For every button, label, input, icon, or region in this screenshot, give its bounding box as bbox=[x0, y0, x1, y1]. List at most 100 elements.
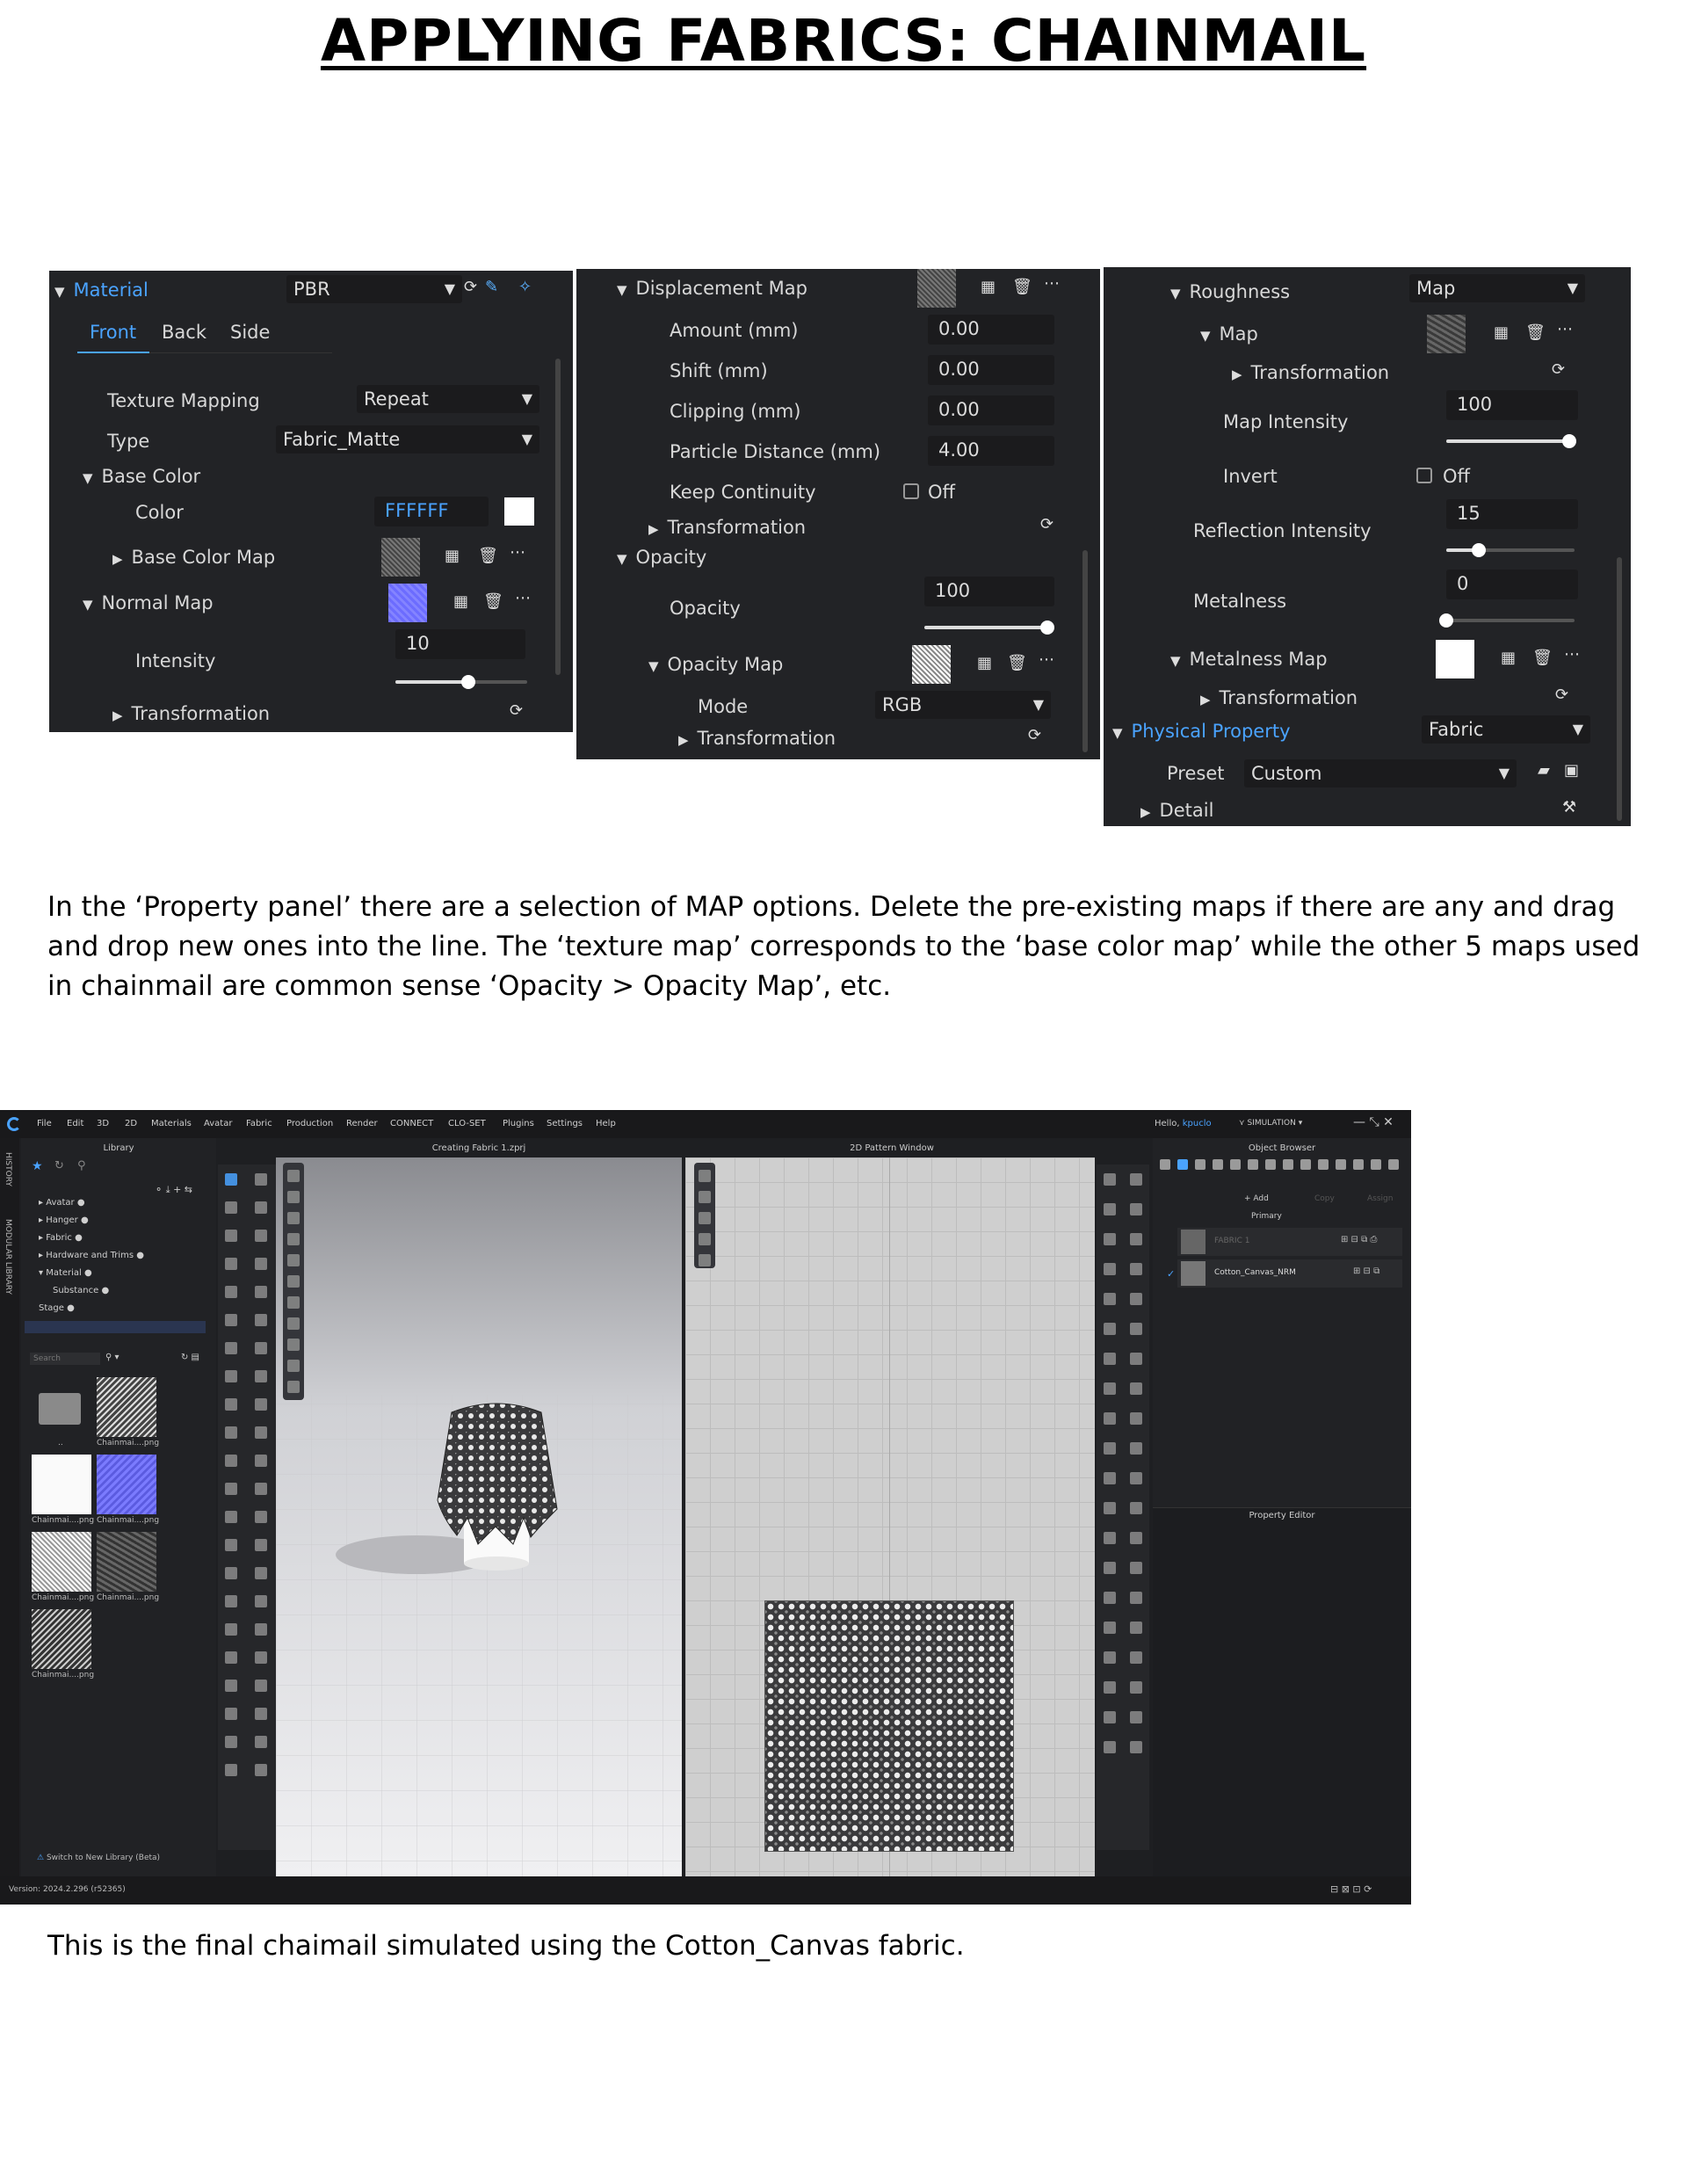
reset-icon[interactable]: ⟳ bbox=[1552, 360, 1565, 379]
2d-tool-icon[interactable] bbox=[1104, 1741, 1116, 1753]
3d-tool-icon[interactable] bbox=[225, 1567, 237, 1579]
2d-tool-icon[interactable] bbox=[1104, 1203, 1116, 1215]
object-browser-tab-icon[interactable] bbox=[1353, 1159, 1364, 1170]
3d-tool-icon[interactable] bbox=[225, 1708, 237, 1720]
type-dropdown[interactable]: Fabric_Matte ▼ bbox=[276, 425, 539, 453]
3d-tool-icon[interactable] bbox=[255, 1342, 267, 1354]
menu-help[interactable]: Help bbox=[596, 1119, 616, 1128]
tree-item-material[interactable]: ▾ Material ● bbox=[39, 1268, 92, 1278]
reflection-intensity-field[interactable]: 15 bbox=[1446, 499, 1578, 529]
add-button[interactable]: + Add bbox=[1244, 1194, 1269, 1203]
3d-float-tool-icon[interactable] bbox=[287, 1360, 300, 1372]
3d-tool-icon[interactable] bbox=[225, 1398, 237, 1411]
3d-tool-icon[interactable] bbox=[225, 1370, 237, 1382]
3d-tool-icon[interactable] bbox=[255, 1258, 267, 1270]
2d-tool-icon[interactable] bbox=[1130, 1442, 1142, 1455]
2d-tool-icon[interactable] bbox=[1130, 1532, 1142, 1544]
3d-tool-icon[interactable] bbox=[225, 1173, 237, 1186]
menu-plugins[interactable]: Plugins bbox=[503, 1119, 534, 1128]
transformation-header-2[interactable]: ▶ Transformation bbox=[678, 728, 836, 749]
3d-float-tool-icon[interactable] bbox=[287, 1317, 300, 1330]
3d-tool-icon[interactable] bbox=[255, 1314, 267, 1326]
2d-tool-icon[interactable] bbox=[1104, 1711, 1116, 1723]
2d-tool-icon[interactable] bbox=[1130, 1293, 1142, 1305]
file-thumbnail[interactable] bbox=[32, 1455, 91, 1514]
more-icon[interactable]: ⋯ bbox=[1557, 320, 1573, 338]
trash-icon[interactable]: 🗑 bbox=[1012, 278, 1032, 296]
2d-tool-icon[interactable] bbox=[1130, 1651, 1142, 1664]
3d-tool-icon[interactable] bbox=[225, 1595, 237, 1607]
magic-wand-icon[interactable]: ✎ bbox=[485, 278, 498, 296]
material-header[interactable]: ▼ Material bbox=[54, 279, 148, 301]
menu-production[interactable]: Production bbox=[286, 1119, 333, 1128]
reset-icon[interactable]: ⟳ bbox=[1555, 686, 1568, 704]
2d-tool-icon[interactable] bbox=[1130, 1353, 1142, 1365]
preset-dropdown[interactable]: Custom ▼ bbox=[1244, 759, 1517, 787]
3d-tool-icon[interactable] bbox=[255, 1651, 267, 1664]
object-browser-tab-icon[interactable] bbox=[1160, 1159, 1170, 1170]
3d-tool-icon[interactable] bbox=[225, 1623, 237, 1636]
3d-tool-icon[interactable] bbox=[255, 1455, 267, 1467]
2d-tool-icon[interactable] bbox=[1130, 1711, 1142, 1723]
3d-tool-icon[interactable] bbox=[225, 1314, 237, 1326]
reset-icon[interactable]: ⟳ bbox=[510, 701, 523, 720]
amount-field[interactable]: 0.00 bbox=[928, 315, 1054, 345]
normal-map-thumbnail[interactable] bbox=[388, 584, 427, 622]
grid-icon[interactable]: ▦ bbox=[445, 547, 460, 565]
more-icon[interactable]: ⋯ bbox=[515, 589, 531, 607]
library-actions[interactable]: ⚬ ⤓ + ⇆ bbox=[155, 1184, 192, 1196]
2d-tool-icon[interactable] bbox=[1130, 1741, 1142, 1753]
window-controls[interactable]: — ⤡ ✕ bbox=[1353, 1115, 1394, 1129]
3d-tool-icon[interactable] bbox=[255, 1764, 267, 1776]
base-color-map-header[interactable]: ▶ Base Color Map bbox=[112, 547, 275, 568]
object-browser-tab-icon[interactable] bbox=[1318, 1159, 1329, 1170]
wrench-icon[interactable]: ⚒ bbox=[1562, 798, 1576, 816]
metalness-field[interactable]: 0 bbox=[1446, 570, 1578, 599]
3d-tool-icon[interactable] bbox=[225, 1539, 237, 1551]
grid-icon[interactable]: ▦ bbox=[1494, 323, 1509, 342]
tree-item-fabric[interactable]: ▸ Fabric ● bbox=[39, 1233, 83, 1243]
2d-tool-icon[interactable] bbox=[1104, 1353, 1116, 1365]
3d-tool-icon[interactable] bbox=[255, 1708, 267, 1720]
reflection-intensity-slider[interactable] bbox=[1446, 543, 1575, 557]
mode-dropdown[interactable]: RGB ▼ bbox=[875, 691, 1051, 719]
3d-tool-icon[interactable] bbox=[255, 1173, 267, 1186]
transformation-header[interactable]: ▶ Transformation bbox=[648, 517, 806, 538]
3d-float-tool-icon[interactable] bbox=[287, 1339, 300, 1351]
3d-tool-icon[interactable] bbox=[255, 1230, 267, 1242]
menu-connect[interactable]: CONNECT bbox=[390, 1119, 433, 1128]
scrollbar[interactable] bbox=[1082, 550, 1088, 752]
grid-icon[interactable]: ▦ bbox=[1501, 649, 1516, 667]
transformation-header-2[interactable]: ▶ Transformation bbox=[1200, 687, 1358, 708]
2d-tool-icon[interactable] bbox=[1104, 1681, 1116, 1694]
transformation-header[interactable]: ▶ Transformation bbox=[1232, 362, 1389, 383]
intensity-slider[interactable] bbox=[395, 675, 527, 689]
2d-tool-icon[interactable] bbox=[1130, 1502, 1142, 1514]
2d-tool-icon[interactable] bbox=[1130, 1382, 1142, 1395]
object-browser-tab-icon[interactable] bbox=[1388, 1159, 1399, 1170]
2d-tool-icon[interactable] bbox=[1104, 1472, 1116, 1484]
3d-tool-icon[interactable] bbox=[255, 1286, 267, 1298]
3d-tool-icon[interactable] bbox=[255, 1623, 267, 1636]
2d-tool-icon[interactable] bbox=[1130, 1233, 1142, 1245]
2d-tool-icon[interactable] bbox=[1104, 1233, 1116, 1245]
more-icon[interactable]: ⋯ bbox=[1564, 645, 1580, 664]
view-toggle-icon[interactable]: ↻ ▤ bbox=[181, 1353, 199, 1362]
roughness-dropdown[interactable]: Map ▼ bbox=[1409, 274, 1585, 302]
menu-render[interactable]: Render bbox=[346, 1119, 378, 1128]
tree-item-stage[interactable]: Stage ● bbox=[39, 1303, 75, 1313]
3d-tool-icon[interactable] bbox=[225, 1201, 237, 1214]
displacement-thumbnail[interactable] bbox=[917, 269, 956, 308]
3d-float-tool-icon[interactable] bbox=[287, 1275, 300, 1288]
assign-button[interactable]: Assign bbox=[1367, 1194, 1393, 1203]
3d-viewport[interactable] bbox=[276, 1157, 682, 1876]
2d-tool-icon[interactable] bbox=[1104, 1532, 1116, 1544]
opacity-map-thumbnail[interactable] bbox=[912, 645, 951, 684]
3d-float-tool-icon[interactable] bbox=[287, 1191, 300, 1203]
3d-tool-icon[interactable] bbox=[255, 1370, 267, 1382]
metalness-map-header[interactable]: ▼ Metalness Map bbox=[1170, 649, 1328, 670]
object-browser-tab-icon[interactable] bbox=[1230, 1159, 1241, 1170]
2d-tool-icon[interactable] bbox=[1104, 1412, 1116, 1425]
3d-tool-icon[interactable] bbox=[225, 1342, 237, 1354]
object-browser-tab-icon[interactable] bbox=[1283, 1159, 1293, 1170]
